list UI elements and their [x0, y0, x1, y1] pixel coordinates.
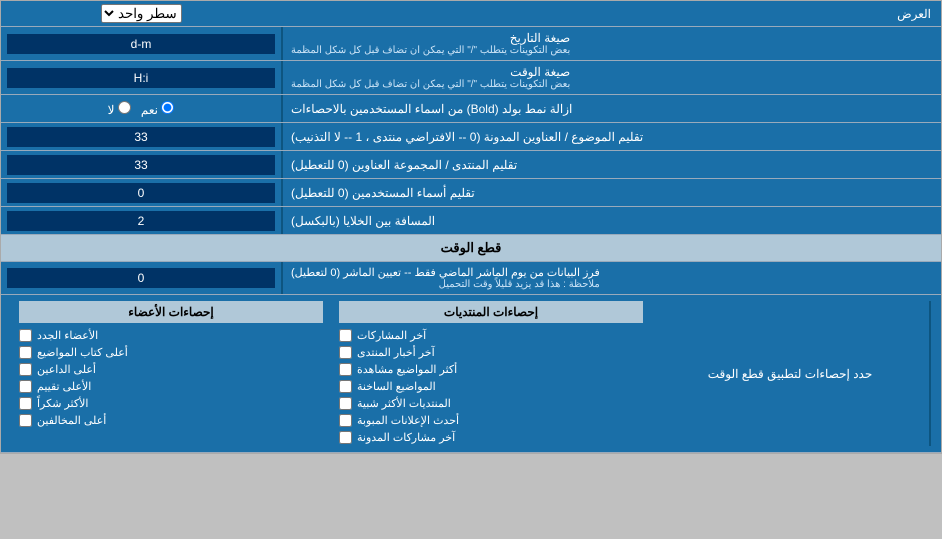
checkbox-item: أعلى الداعين [19, 361, 323, 378]
checkbox-top-violators[interactable] [19, 414, 32, 427]
topic-order-row: تقليم الموضوع / العناوين المدونة (0 -- ا… [1, 123, 941, 151]
bold-radio-no-label[interactable]: لا [108, 101, 131, 117]
checkbox-item: آخر أخبار المنتدى [339, 344, 643, 361]
cell-padding-input[interactable] [7, 211, 275, 231]
display-row: العرض سطر واحد [1, 1, 941, 27]
checkbox-last-posts[interactable] [339, 329, 352, 342]
username-trim-label: تقليم أسماء المستخدمين (0 للتعطيل) [281, 179, 941, 206]
topic-order-label: تقليم الموضوع / العناوين المدونة (0 -- ا… [281, 123, 941, 150]
cell-padding-input-wrap[interactable] [1, 207, 281, 234]
date-format-row: صيغة التاريخ بعض التكوينات يتطلب "/" الت… [1, 27, 941, 61]
bold-radio-yes[interactable] [161, 101, 174, 114]
checkbox-most-thanked[interactable] [19, 397, 32, 410]
display-select[interactable]: سطر واحد [101, 4, 182, 23]
checkbox-last-blog[interactable] [339, 431, 352, 444]
checkbox-item: الأعضاء الجدد [19, 327, 323, 344]
checkbox-highest-rated[interactable] [19, 380, 32, 393]
realtime-filter-row: فرز البيانات من يوم الماشر الماضي فقط --… [1, 262, 941, 295]
checkbox-hot-topics[interactable] [339, 380, 352, 393]
time-format-input[interactable] [7, 68, 275, 88]
checkbox-item: الأعلى تقييم [19, 378, 323, 395]
checkbox-most-viewed[interactable] [339, 363, 352, 376]
checkbox-top-writers[interactable] [19, 346, 32, 359]
members-stats-col: إحصاءات الأعضاء الأعضاء الجدد أعلى كتاب … [11, 301, 331, 446]
date-format-label: صيغة التاريخ بعض التكوينات يتطلب "/" الت… [281, 27, 941, 60]
main-container: العرض سطر واحد صيغة التاريخ بعض التكوينا… [0, 0, 942, 454]
checkbox-top-callers[interactable] [19, 363, 32, 376]
topic-order-input-wrap[interactable] [1, 123, 281, 150]
cell-padding-row: المسافة بين الخلايا (بالبكسل) [1, 207, 941, 235]
bold-radio-group: نعم لا [100, 101, 183, 117]
bold-radio-yes-label[interactable]: نعم [141, 101, 174, 117]
forum-order-input[interactable] [7, 155, 275, 175]
display-input[interactable]: سطر واحد [1, 1, 281, 26]
username-trim-input-wrap[interactable] [1, 179, 281, 206]
checkboxes-section: حدد إحصاءات لتطبيق قطع الوقت إحصاءات الم… [1, 295, 941, 453]
checkbox-item: آخر مشاركات المدونة [339, 429, 643, 446]
realtime-filter-input-wrap[interactable] [1, 262, 281, 294]
forum-order-label: تقليم المنتدى / المجموعة العناوين (0 للت… [281, 151, 941, 178]
checkbox-item: المنتديات الأكثر شبية [339, 395, 643, 412]
checkbox-last-news[interactable] [339, 346, 352, 359]
forums-stats-header: إحصاءات المنتديات [339, 301, 643, 323]
topic-order-input[interactable] [7, 127, 275, 147]
checkbox-item: آخر المشاركات [339, 327, 643, 344]
forum-order-row: تقليم المنتدى / المجموعة العناوين (0 للت… [1, 151, 941, 179]
time-format-input-wrap[interactable] [1, 61, 281, 94]
checkbox-item: أكثر المواضيع مشاهدة [339, 361, 643, 378]
bold-remove-label: ازالة نمط بولد (Bold) من اسماء المستخدمي… [281, 95, 941, 122]
bold-remove-row: ازالة نمط بولد (Bold) من اسماء المستخدمي… [1, 95, 941, 123]
realtime-filter-label: فرز البيانات من يوم الماشر الماضي فقط --… [281, 262, 941, 294]
date-format-input[interactable] [7, 34, 275, 54]
cell-padding-label: المسافة بين الخلايا (بالبكسل) [281, 207, 941, 234]
time-format-label: صيغة الوقت بعض التكوينات يتطلب "/" التي … [281, 61, 941, 94]
bold-radio-no[interactable] [118, 101, 131, 114]
checkbox-new-members[interactable] [19, 329, 32, 342]
checkboxes-layout: حدد إحصاءات لتطبيق قطع الوقت إحصاءات الم… [11, 301, 931, 446]
date-format-input-wrap[interactable] [1, 27, 281, 60]
username-trim-input[interactable] [7, 183, 275, 203]
time-format-row: صيغة الوقت بعض التكوينات يتطلب "/" التي … [1, 61, 941, 95]
checkbox-item: أحدث الإعلانات المبوبة [339, 412, 643, 429]
checkbox-item: الأكثر شكراً [19, 395, 323, 412]
members-stats-header: إحصاءات الأعضاء [19, 301, 323, 323]
forums-stats-col: إحصاءات المنتديات آخر المشاركات آخر أخبا… [331, 301, 651, 446]
realtime-filter-input[interactable] [7, 268, 275, 288]
checkbox-item: أعلى كتاب المواضيع [19, 344, 323, 361]
checkbox-item: أعلى المخالفين [19, 412, 323, 429]
checkbox-item: المواضيع الساخنة [339, 378, 643, 395]
filter-section-label: حدد إحصاءات لتطبيق قطع الوقت [651, 301, 931, 446]
display-label: العرض [281, 3, 941, 25]
bold-remove-input-wrap: نعم لا [1, 95, 281, 122]
username-trim-row: تقليم أسماء المستخدمين (0 للتعطيل) [1, 179, 941, 207]
realtime-section-header: قطع الوقت [1, 235, 941, 262]
checkbox-latest-ads[interactable] [339, 414, 352, 427]
checkbox-popular-forums[interactable] [339, 397, 352, 410]
forum-order-input-wrap[interactable] [1, 151, 281, 178]
